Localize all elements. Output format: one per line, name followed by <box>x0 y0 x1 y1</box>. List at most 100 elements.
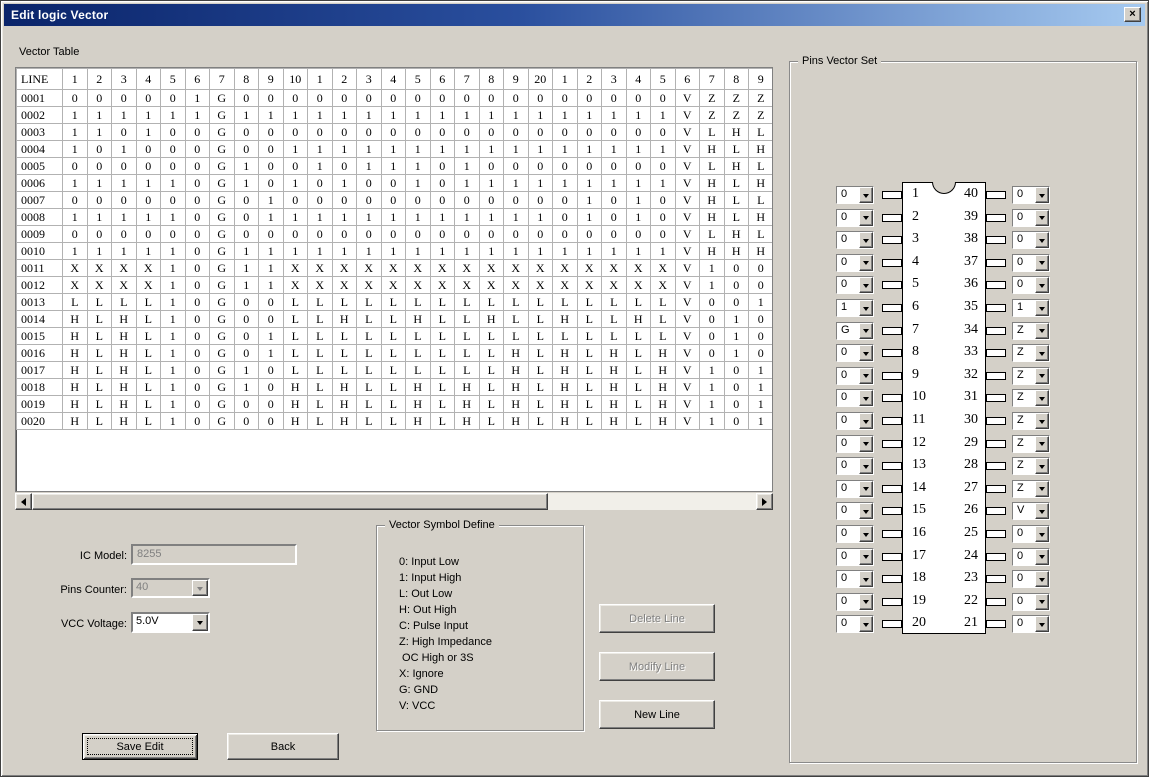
vector-cell[interactable]: 0 <box>283 124 308 141</box>
vector-cell[interactable]: L <box>577 294 602 311</box>
pin-27-vector-select[interactable]: Z <box>1012 480 1050 498</box>
vector-cell[interactable]: 0 <box>308 124 333 141</box>
vector-cell[interactable]: L <box>504 311 529 328</box>
vector-cell[interactable]: V <box>675 362 700 379</box>
vector-cell[interactable]: G <box>210 158 235 175</box>
vector-cell[interactable]: 0 <box>185 209 210 226</box>
vector-cell[interactable]: X <box>553 260 578 277</box>
vector-cell[interactable]: 0 <box>87 141 112 158</box>
vector-cell[interactable]: X <box>553 277 578 294</box>
vector-cell[interactable]: 0 <box>455 124 480 141</box>
vector-cell[interactable]: 1 <box>234 158 259 175</box>
vector-cell[interactable]: L <box>332 345 357 362</box>
vector-cell[interactable]: 1 <box>161 345 186 362</box>
vector-cell[interactable]: 1 <box>161 277 186 294</box>
vector-cell[interactable]: 1 <box>136 124 161 141</box>
vector-cell[interactable]: H <box>651 413 676 430</box>
vector-cell[interactable]: H <box>112 379 137 396</box>
vector-cell[interactable]: 0 <box>724 362 749 379</box>
vector-cell[interactable]: L <box>577 328 602 345</box>
vector-cell[interactable]: 0 <box>185 294 210 311</box>
vector-cell[interactable]: L <box>700 226 725 243</box>
new-line-button[interactable]: New Line <box>599 700 715 729</box>
vector-cell[interactable]: 1 <box>259 328 284 345</box>
vector-cell[interactable]: L <box>136 413 161 430</box>
vector-cell[interactable]: L <box>308 311 333 328</box>
vector-cell[interactable]: L <box>357 345 382 362</box>
vector-cell[interactable]: 1 <box>283 243 308 260</box>
vector-cell[interactable]: L <box>455 294 480 311</box>
pin-36-vector-select[interactable]: 0 <box>1012 276 1050 294</box>
vector-cell[interactable]: 0 <box>700 311 725 328</box>
vector-cell[interactable]: L <box>626 362 651 379</box>
vector-cell[interactable]: L <box>430 362 455 379</box>
vector-cell[interactable]: V <box>675 209 700 226</box>
vector-cell[interactable]: V <box>675 226 700 243</box>
vector-cell[interactable]: 1 <box>577 175 602 192</box>
vector-cell[interactable]: H <box>63 311 88 328</box>
pin-38-vector-select[interactable]: 0 <box>1012 231 1050 249</box>
vector-cell[interactable]: 0 <box>185 311 210 328</box>
vector-cell[interactable]: H <box>112 396 137 413</box>
vector-cell[interactable]: G <box>210 328 235 345</box>
vector-cell[interactable]: G <box>210 362 235 379</box>
vector-cell[interactable]: 1 <box>528 209 553 226</box>
vector-cell[interactable]: 0 <box>626 124 651 141</box>
vector-cell[interactable]: 0 <box>259 311 284 328</box>
vector-cell[interactable]: 0 <box>332 90 357 107</box>
vector-cell[interactable]: H <box>63 379 88 396</box>
vector-cell[interactable]: X <box>626 277 651 294</box>
pin-23-vector-select[interactable]: 0 <box>1012 570 1050 588</box>
vector-cell[interactable]: L <box>430 396 455 413</box>
vector-cell[interactable]: 1 <box>528 141 553 158</box>
vector-cell[interactable]: 1 <box>504 243 529 260</box>
pin-7-vector-select[interactable]: G <box>836 322 874 340</box>
vector-cell[interactable]: 0 <box>234 413 259 430</box>
pin-12-vector-select[interactable]: 0 <box>836 435 874 453</box>
vector-cell[interactable]: 1 <box>63 124 88 141</box>
pin-21-vector-select[interactable]: 0 <box>1012 615 1050 633</box>
vector-cell[interactable]: 0 <box>528 226 553 243</box>
vector-cell[interactable]: 0 <box>161 226 186 243</box>
vector-cell[interactable]: 1 <box>479 107 504 124</box>
vector-cell[interactable]: 1 <box>357 209 382 226</box>
vector-cell[interactable]: 1 <box>553 107 578 124</box>
vector-cell[interactable]: L <box>136 294 161 311</box>
vector-cell[interactable]: Z <box>749 90 774 107</box>
vector-cell[interactable]: X <box>63 260 88 277</box>
vector-cell[interactable]: 1 <box>700 396 725 413</box>
vector-cell[interactable]: L <box>381 413 406 430</box>
horizontal-scrollbar[interactable] <box>15 493 773 510</box>
vector-cell[interactable]: Z <box>749 107 774 124</box>
vector-cell[interactable]: 1 <box>259 243 284 260</box>
vector-cell[interactable]: X <box>430 277 455 294</box>
vector-cell[interactable]: H <box>724 243 749 260</box>
vector-cell[interactable]: V <box>675 107 700 124</box>
vector-cell[interactable]: L <box>332 328 357 345</box>
vector-cell[interactable]: 1 <box>259 260 284 277</box>
vector-cell[interactable]: 0 <box>185 328 210 345</box>
vector-cell[interactable]: X <box>283 277 308 294</box>
vector-cell[interactable]: L <box>528 379 553 396</box>
vector-cell[interactable]: 0 <box>136 141 161 158</box>
vector-cell[interactable]: L <box>381 362 406 379</box>
vector-table-row[interactable]: 0010111110G111111111111111111VHHH <box>17 243 774 260</box>
pin-13-vector-select[interactable]: 0 <box>836 457 874 475</box>
vector-cell[interactable]: L <box>700 158 725 175</box>
vector-cell[interactable]: V <box>675 175 700 192</box>
vector-cell[interactable]: 0 <box>161 90 186 107</box>
vector-cell[interactable]: 1 <box>332 209 357 226</box>
vector-cell[interactable]: 0 <box>602 158 627 175</box>
chevron-down-icon[interactable] <box>1035 232 1049 248</box>
vector-cell[interactable]: L <box>112 294 137 311</box>
vector-cell[interactable]: H <box>504 396 529 413</box>
vector-cell[interactable]: 0 <box>602 192 627 209</box>
vector-cell[interactable]: V <box>675 192 700 209</box>
vector-cell[interactable]: 1 <box>185 107 210 124</box>
vector-cell[interactable]: H <box>504 379 529 396</box>
vector-cell[interactable]: 0 <box>112 124 137 141</box>
vector-cell[interactable]: H <box>479 311 504 328</box>
vector-cell[interactable]: 0 <box>332 226 357 243</box>
vector-cell[interactable]: L <box>430 413 455 430</box>
vector-cell[interactable]: L <box>430 311 455 328</box>
